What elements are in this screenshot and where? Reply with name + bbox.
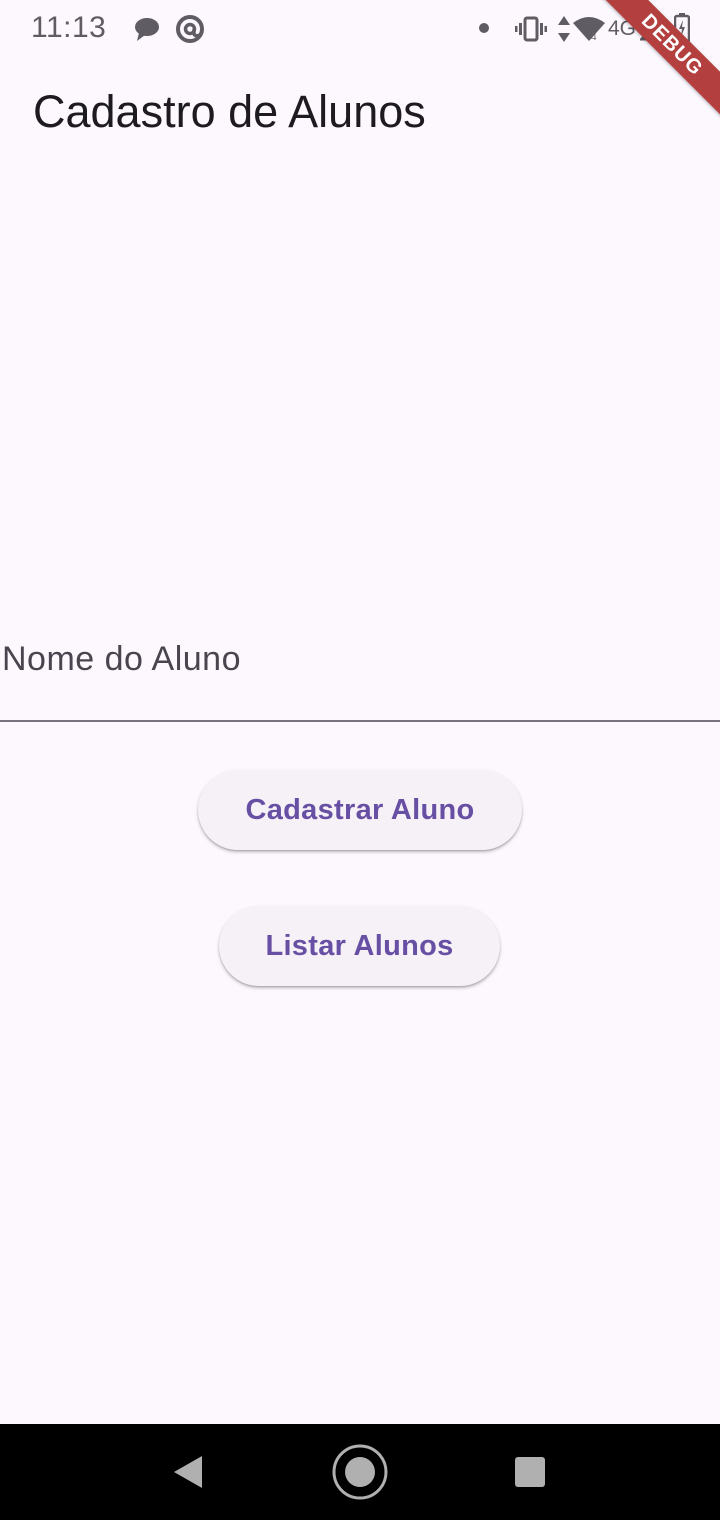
app-screen: 11:13 4 4G DEBUG Cadastro de Alunos Nome… [0,0,720,1520]
register-student-button[interactable]: Cadastrar Aluno [198,770,522,850]
student-name-field[interactable]: Nome do Aluno [0,620,720,724]
back-icon[interactable] [160,1442,220,1502]
status-time: 11:13 [31,11,107,44]
page-title: Cadastro de Alunos [33,86,426,137]
system-nav-bar [0,1424,720,1520]
field-underline [0,720,720,722]
home-icon[interactable] [330,1442,390,1502]
recents-icon[interactable] [500,1442,560,1502]
svg-text:4: 4 [591,32,597,42]
student-name-input[interactable] [0,620,720,720]
wifi-icon: 4 [573,17,605,42]
at-sign-icon [176,15,204,43]
data-arrows-icon [558,16,570,42]
list-students-button[interactable]: Listar Alunos [219,906,500,986]
vibrate-icon [515,16,547,42]
status-bar: 11:13 4 4G [0,0,720,56]
chat-bubble-icon [135,18,159,41]
dot-icon [479,23,489,33]
